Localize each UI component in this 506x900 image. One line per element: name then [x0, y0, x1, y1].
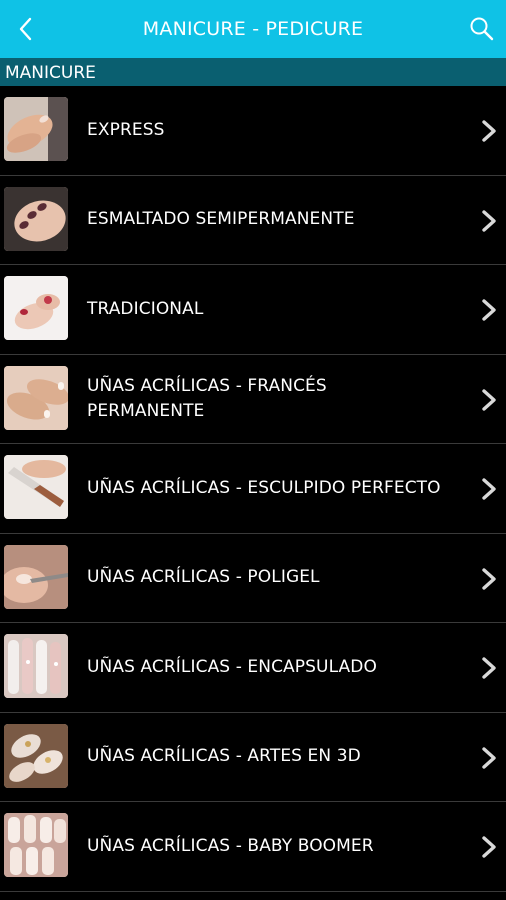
section-header: MANICURE	[0, 58, 506, 86]
list-item[interactable]: UÑAS ACRÍLICAS - BABY BOOMER	[0, 802, 506, 892]
thumbnail-image	[4, 634, 68, 698]
app-screen: MANICURE - PEDICURE MANICURE EXPRESS ESM…	[0, 0, 506, 900]
search-icon	[470, 17, 494, 41]
chevron-right-icon	[482, 567, 496, 590]
chevron-right-icon	[482, 120, 496, 142]
item-label: UÑAS ACRÍLICAS - ARTES EN 3D	[87, 746, 361, 767]
list-item[interactable]: UÑAS ACRÍLICAS - POLIGEL	[0, 534, 506, 623]
item-label: UÑAS ACRÍLICAS - FRANCÉS PERMANENTE	[87, 375, 327, 421]
item-label: UÑAS ACRÍLICAS - POLIGEL	[87, 567, 320, 588]
chevron-right-icon	[482, 209, 496, 232]
list-item[interactable]: UÑAS ACRÍLICAS - FRANCÉS PERMANENTE	[0, 355, 506, 444]
item-label: ESMALTADO SEMIPERMANENTE	[87, 209, 355, 230]
thumbnail-image	[4, 365, 68, 430]
search-button[interactable]	[462, 9, 502, 49]
thumbnail-image	[4, 723, 68, 788]
item-label: TRADICIONAL	[87, 298, 204, 319]
back-button[interactable]	[6, 9, 46, 49]
thumbnail-image	[4, 813, 68, 877]
chevron-right-icon	[482, 746, 496, 769]
chevron-left-icon	[19, 17, 32, 41]
list-item[interactable]: TRADICIONAL	[0, 265, 506, 355]
list-item[interactable]: UÑAS ACRÍLICAS - ENCAPSULADO	[0, 623, 506, 713]
chevron-right-icon	[482, 478, 496, 500]
app-header: MANICURE - PEDICURE	[0, 0, 506, 58]
thumbnail-image	[4, 276, 68, 340]
list-item[interactable]: UÑAS ACRÍLICAS - ARTES EN 3D	[0, 713, 506, 802]
item-label: UÑAS ACRÍLICAS - BABY BOOMER	[87, 835, 374, 856]
item-label: UÑAS ACRÍLICAS - ENCAPSULADO	[87, 656, 377, 677]
page-title: MANICURE - PEDICURE	[142, 18, 364, 40]
list-item[interactable]: UÑAS ACRÍLICAS - ESCULPIDO PERFECTO	[0, 444, 506, 534]
thumbnail-image	[4, 455, 68, 519]
item-label: EXPRESS	[87, 119, 165, 140]
thumbnail-image	[4, 544, 68, 609]
chevron-right-icon	[482, 657, 496, 679]
chevron-right-icon	[482, 299, 496, 321]
list-item[interactable]: ESMALTADO SEMIPERMANENTE	[0, 176, 506, 265]
list-item[interactable]: EXPRESS	[0, 86, 506, 176]
thumbnail-image	[4, 97, 68, 161]
chevron-right-icon	[482, 836, 496, 858]
thumbnail-image	[4, 186, 68, 251]
item-label: UÑAS ACRÍLICAS - ESCULPIDO PERFECTO	[87, 477, 441, 498]
chevron-right-icon	[482, 388, 496, 411]
service-list: EXPRESS ESMALTADO SEMIPERMANENTE TRADICI…	[0, 86, 506, 892]
